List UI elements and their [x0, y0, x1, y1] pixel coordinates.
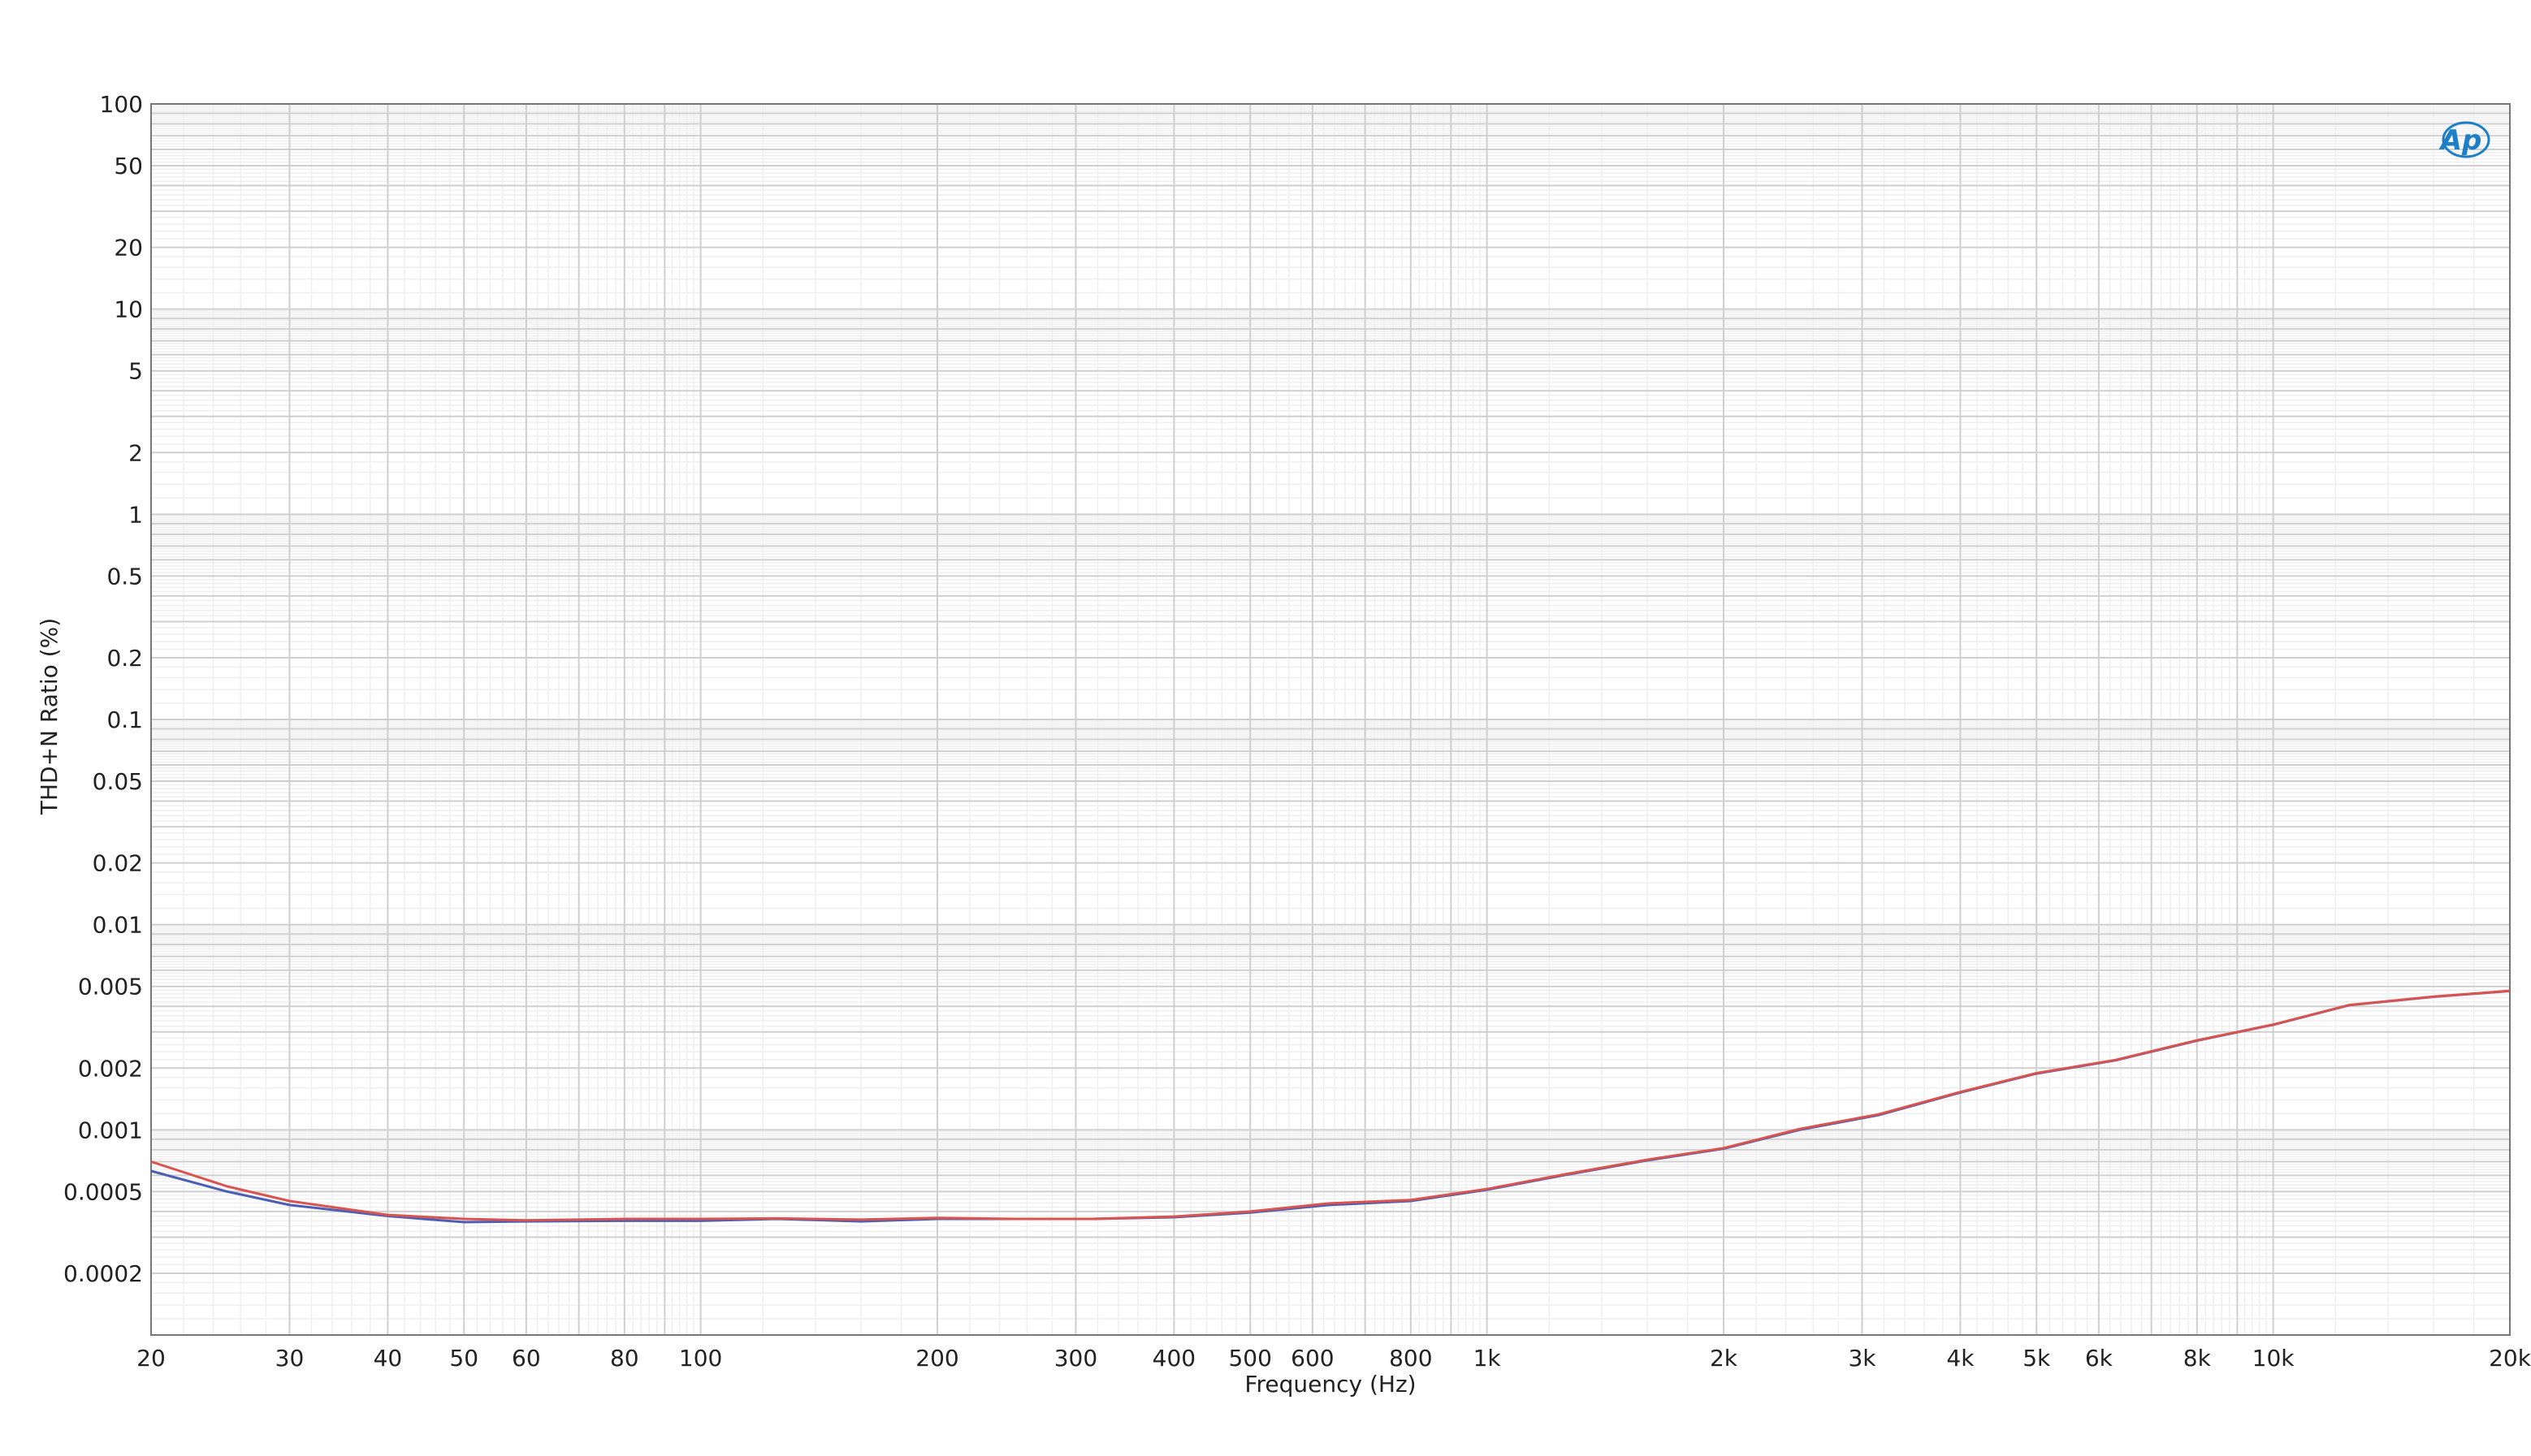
y-tick-label: 0.2 — [106, 645, 143, 672]
x-axis-title: Frequency (Hz) — [1244, 1371, 1416, 1398]
x-tick-label: 2k — [1710, 1345, 1738, 1372]
x-tick-label: 80 — [610, 1345, 639, 1372]
y-tick-label: 0.5 — [106, 563, 143, 590]
ap-logo: Ap — [2438, 121, 2490, 158]
ap-logo-text: Ap — [2438, 124, 2482, 157]
x-tick-label: 4k — [1946, 1345, 1975, 1372]
x-tick-label: 3k — [1848, 1345, 1876, 1372]
y-tick-label: 0.005 — [78, 974, 143, 1000]
x-tick-label: 200 — [915, 1345, 958, 1372]
x-tick-label: 5k — [2023, 1345, 2051, 1372]
y-tick-label: 5 — [128, 358, 143, 385]
y-axis-title: THD+N Ratio (%) — [36, 618, 63, 815]
thd-n-frequency-chart: 20 30 40 50 60 80 100 200 300 400 500 600 800 1k 2k 3k 4… — [0, 0, 2531, 1456]
y-tick-label: 0.001 — [78, 1117, 143, 1143]
x-tick-label: 30 — [275, 1345, 305, 1372]
x-tick-label: 20k — [2489, 1345, 2531, 1372]
y-tick-label: 100 — [100, 91, 143, 118]
y-tick-label: 0.0002 — [63, 1260, 143, 1287]
y-tick-label: 2 — [128, 439, 143, 466]
y-tick-label: 0.1 — [106, 706, 143, 733]
x-tick-label: 6k — [2085, 1345, 2113, 1372]
y-tick-label: 50 — [114, 153, 143, 179]
x-tick-label: 20 — [136, 1345, 166, 1372]
x-tick-label: 500 — [1228, 1345, 1271, 1372]
x-tick-label: 10k — [2252, 1345, 2295, 1372]
y-tick-label: 0.01 — [93, 912, 143, 939]
y-tick-label: 20 — [114, 235, 143, 261]
x-tick-label: 600 — [1291, 1345, 1334, 1372]
y-tick-label: 1 — [128, 501, 143, 528]
x-tick-label: 8k — [2183, 1345, 2212, 1372]
x-tick-label: 40 — [374, 1345, 403, 1372]
y-tick-label: 0.02 — [93, 850, 143, 877]
x-tick-label: 300 — [1054, 1345, 1097, 1372]
y-tick-label: 10 — [114, 296, 143, 323]
y-tick-label: 0.05 — [93, 768, 143, 795]
x-tick-label: 400 — [1153, 1345, 1196, 1372]
x-tick-label: 50 — [449, 1345, 478, 1372]
x-tick-label: 800 — [1389, 1345, 1432, 1372]
y-tick-label: 0.002 — [78, 1055, 143, 1082]
y-tick-label: 0.0005 — [63, 1178, 143, 1205]
x-tick-label: 60 — [512, 1345, 541, 1372]
x-tick-label: 1k — [1473, 1345, 1502, 1372]
x-tick-label: 100 — [679, 1345, 722, 1372]
